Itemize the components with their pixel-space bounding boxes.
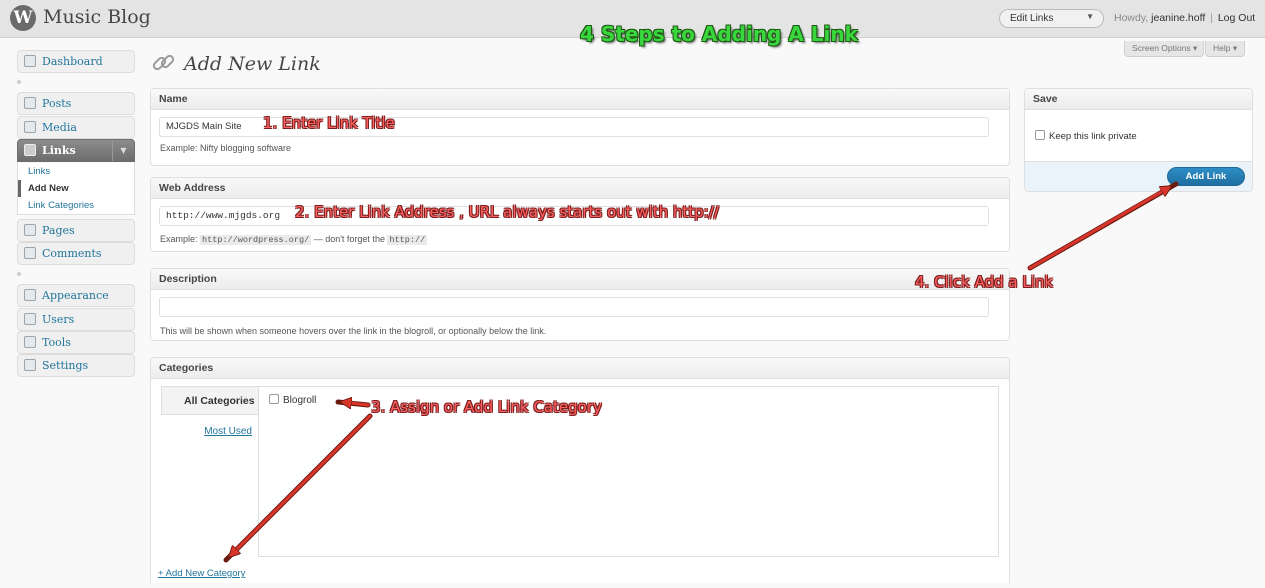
- sidebar-item-label: Tools: [42, 336, 71, 349]
- example-middle: — don't forget the: [313, 234, 385, 244]
- sidebar-item-appearance[interactable]: Appearance: [17, 284, 135, 307]
- sidebar-item-settings[interactable]: Settings: [17, 354, 135, 377]
- sidebar-item-tools[interactable]: Tools: [17, 331, 135, 354]
- sidebar-item-comments[interactable]: Comments: [17, 242, 135, 265]
- tab-most-used[interactable]: Most Used: [160, 426, 258, 437]
- category-label: Blogroll: [283, 395, 317, 406]
- categories-postbox: Categories All Categories Most Used Blog…: [150, 357, 1010, 583]
- pages-icon: [24, 224, 36, 236]
- logout-link[interactable]: Log Out: [1218, 12, 1255, 24]
- sidebar-item-users[interactable]: Users: [17, 308, 135, 331]
- description-heading: Description: [151, 269, 1009, 290]
- settings-icon: [24, 359, 36, 371]
- step4-annotation: 4. Click Add a Link: [915, 273, 1054, 291]
- description-hint-text: This will be shown when someone hovers o…: [160, 326, 547, 336]
- submenu-item-add-new[interactable]: Add New: [18, 180, 134, 197]
- step3-annotation: 3. Assign or Add Link Category: [371, 398, 602, 416]
- sidebar-item-posts[interactable]: Posts: [17, 92, 135, 115]
- users-icon: [24, 313, 36, 325]
- category-item-blogroll[interactable]: Blogroll: [269, 394, 316, 406]
- save-postbox: Save Keep this link private Add Link: [1024, 88, 1253, 192]
- name-heading: Name: [151, 89, 1009, 110]
- sidebar-item-label: Users: [42, 313, 75, 326]
- sidebar-item-label: Media: [42, 121, 77, 134]
- sidebar-item-label: Links: [42, 144, 76, 157]
- step4-arrow: [1027, 181, 1179, 271]
- add-new-category-link[interactable]: + Add New Category: [158, 568, 245, 579]
- chevron-down-icon: ▼: [1086, 12, 1094, 21]
- dashboard-icon: [24, 55, 36, 67]
- add-link-button[interactable]: Add Link: [1167, 167, 1245, 186]
- categories-heading: Categories: [151, 358, 1009, 379]
- sidebar-item-label: Comments: [42, 247, 102, 260]
- category-tabs: All Categories Most Used: [160, 386, 259, 562]
- user-info: Howdy, jeanine.hoff | Log Out: [1114, 12, 1255, 24]
- category-checklist: Blogroll: [258, 386, 999, 557]
- menu-separator: [17, 78, 135, 84]
- address-example-text: Example: http://wordpress.org/ — don't f…: [160, 234, 428, 245]
- sidebar-item-label: Dashboard: [42, 55, 103, 68]
- sidebar-item-label: Appearance: [42, 289, 109, 302]
- step4-arrow-body: [1028, 187, 1170, 270]
- example-prefix: Example:: [160, 234, 198, 244]
- description-postbox: Description This will be shown when some…: [150, 268, 1010, 341]
- page-title: Add New Link: [184, 53, 321, 75]
- sidebar-item-label: Posts: [42, 97, 72, 110]
- menu-separator: [17, 270, 135, 276]
- step1-annotation: 1. Enter Link Title: [263, 114, 395, 132]
- keep-private-label: Keep this link private: [1049, 131, 1137, 142]
- submenu-item-link-categories[interactable]: Link Categories: [18, 197, 134, 214]
- sidebar-item-pages[interactable]: Pages: [17, 219, 135, 242]
- keep-private-checkbox[interactable]: [1035, 130, 1045, 140]
- step2-annotation: 2. Enter Link Address , URL always start…: [295, 203, 719, 221]
- submenu-item-links[interactable]: Links: [18, 163, 134, 180]
- links-submenu: Links Add New Link Categories: [17, 163, 135, 215]
- chain-link-icon: [152, 54, 175, 71]
- sidebar-item-label: Pages: [42, 224, 75, 237]
- comments-icon: [24, 247, 36, 259]
- posts-icon: [24, 97, 36, 109]
- keep-private-option[interactable]: Keep this link private: [1035, 130, 1137, 142]
- example-url: http://wordpress.org/: [200, 235, 312, 245]
- description-input[interactable]: [159, 297, 989, 317]
- sidebar-item-dashboard[interactable]: Dashboard: [17, 50, 135, 73]
- howdy-text: Howdy,: [1114, 12, 1149, 24]
- help-tab[interactable]: Help ▾: [1205, 41, 1246, 57]
- media-icon: [24, 121, 36, 133]
- favorite-actions-dropdown[interactable]: Edit Links ▼: [999, 9, 1104, 28]
- save-heading: Save: [1025, 89, 1252, 110]
- web-address-heading: Web Address: [151, 178, 1009, 199]
- tab-all-categories[interactable]: All Categories: [161, 386, 259, 415]
- sidebar-item-label: Settings: [42, 359, 89, 372]
- links-icon: [24, 144, 36, 156]
- name-example-text: Example: Nifty blogging software: [160, 143, 292, 153]
- site-title[interactable]: Music Blog: [43, 6, 151, 28]
- favorite-actions-label: Edit Links: [1010, 13, 1054, 24]
- save-actions: Add Link: [1025, 161, 1252, 191]
- blogroll-checkbox[interactable]: [269, 394, 279, 404]
- sidebar-item-media[interactable]: Media: [17, 116, 135, 139]
- username-link[interactable]: jeanine.hoff: [1151, 12, 1205, 24]
- appearance-icon: [24, 289, 36, 301]
- wordpress-logo-icon[interactable]: W: [10, 5, 36, 31]
- example-protocol: http://: [387, 235, 428, 245]
- separator: |: [1210, 12, 1213, 24]
- submenu-toggle-icon[interactable]: ▼: [112, 140, 134, 161]
- screen-options-tab[interactable]: Screen Options ▾: [1124, 41, 1205, 57]
- tutorial-title: 4 Steps to Adding A Link: [580, 22, 858, 46]
- tools-icon: [24, 336, 36, 348]
- sidebar-item-links[interactable]: Links ▼: [17, 139, 135, 162]
